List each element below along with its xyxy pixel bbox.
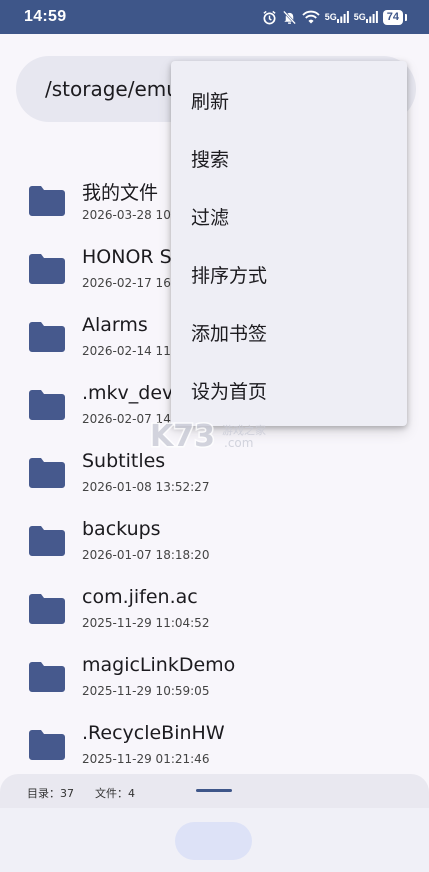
- signal-5g-icon: 5G: [325, 11, 349, 23]
- svg-text:K73: K73: [150, 419, 215, 452]
- svg-text:.com: .com: [224, 436, 253, 450]
- file-row[interactable]: .RecycleBinHW 2025-11-29 01:21:46: [0, 716, 429, 776]
- folder-icon: [29, 254, 65, 284]
- directory-count: 目录：37: [27, 787, 74, 800]
- file-row[interactable]: backups 2026-01-07 18:18:20: [0, 512, 429, 572]
- menu-item-add-bookmark[interactable]: 添加书签: [171, 303, 407, 361]
- menu-item-refresh[interactable]: 刷新: [171, 71, 407, 129]
- folder-icon: [29, 594, 65, 624]
- menu-item-set-home[interactable]: 设为首页: [171, 361, 407, 419]
- folder-icon: [29, 458, 65, 488]
- overflow-menu: 刷新 搜索 过滤 排序方式 添加书签 设为首页: [171, 61, 407, 426]
- watermark-logo: K73 K73 游戏之家 .com: [149, 418, 280, 456]
- file-name: com.jifen.ac: [82, 586, 198, 608]
- wifi-icon: [302, 10, 320, 24]
- file-name: .RecycleBinHW: [82, 722, 225, 744]
- file-count: 文件：4: [95, 787, 135, 800]
- menu-item-search[interactable]: 搜索: [171, 129, 407, 187]
- file-name: 我的文件: [82, 182, 159, 204]
- bottom-info-bar[interactable]: 目录：37 文件：4: [0, 774, 429, 808]
- folder-icon: [29, 526, 65, 556]
- file-row[interactable]: magicLinkDemo 2025-11-29 10:59:05: [0, 648, 429, 708]
- file-name: magicLinkDemo: [82, 654, 236, 676]
- file-name: backups: [82, 518, 161, 540]
- svg-text:游戏之家: 游戏之家: [222, 423, 266, 437]
- file-date: 2025-11-29 11:04:52: [82, 616, 210, 630]
- file-name: Alarms: [82, 314, 148, 336]
- status-icons: 5G 5G 74: [262, 9, 408, 25]
- folder-icon: [29, 322, 65, 352]
- drag-handle[interactable]: [196, 789, 232, 792]
- file-name: Subtitles: [82, 450, 166, 472]
- alarm-icon: [262, 10, 277, 25]
- file-date: 2026-01-08 13:52:27: [82, 480, 210, 494]
- folder-icon: [29, 662, 65, 692]
- folder-icon: [29, 730, 65, 760]
- menu-item-filter[interactable]: 过滤: [171, 187, 407, 245]
- battery-indicator: 74: [382, 9, 408, 25]
- folder-icon: [29, 186, 65, 216]
- mute-icon: [282, 10, 297, 25]
- file-date: 2026-01-07 18:18:20: [82, 548, 210, 562]
- status-time: 14:59: [24, 8, 67, 25]
- action-pill-button[interactable]: [175, 822, 252, 860]
- file-row[interactable]: com.jifen.ac 2025-11-29 11:04:52: [0, 580, 429, 640]
- folder-icon: [29, 390, 65, 420]
- bottom-navigation-area: [0, 808, 429, 872]
- file-date: 2025-11-29 10:59:05: [82, 684, 210, 698]
- file-date: 2025-11-29 01:21:46: [82, 752, 210, 766]
- file-row[interactable]: Subtitles 2026-01-08 13:52:27: [0, 444, 429, 504]
- status-bar: 14:59 5G 5G 74: [0, 0, 429, 34]
- signal-5g-icon-2: 5G: [354, 11, 378, 23]
- menu-item-sort[interactable]: 排序方式: [171, 245, 407, 303]
